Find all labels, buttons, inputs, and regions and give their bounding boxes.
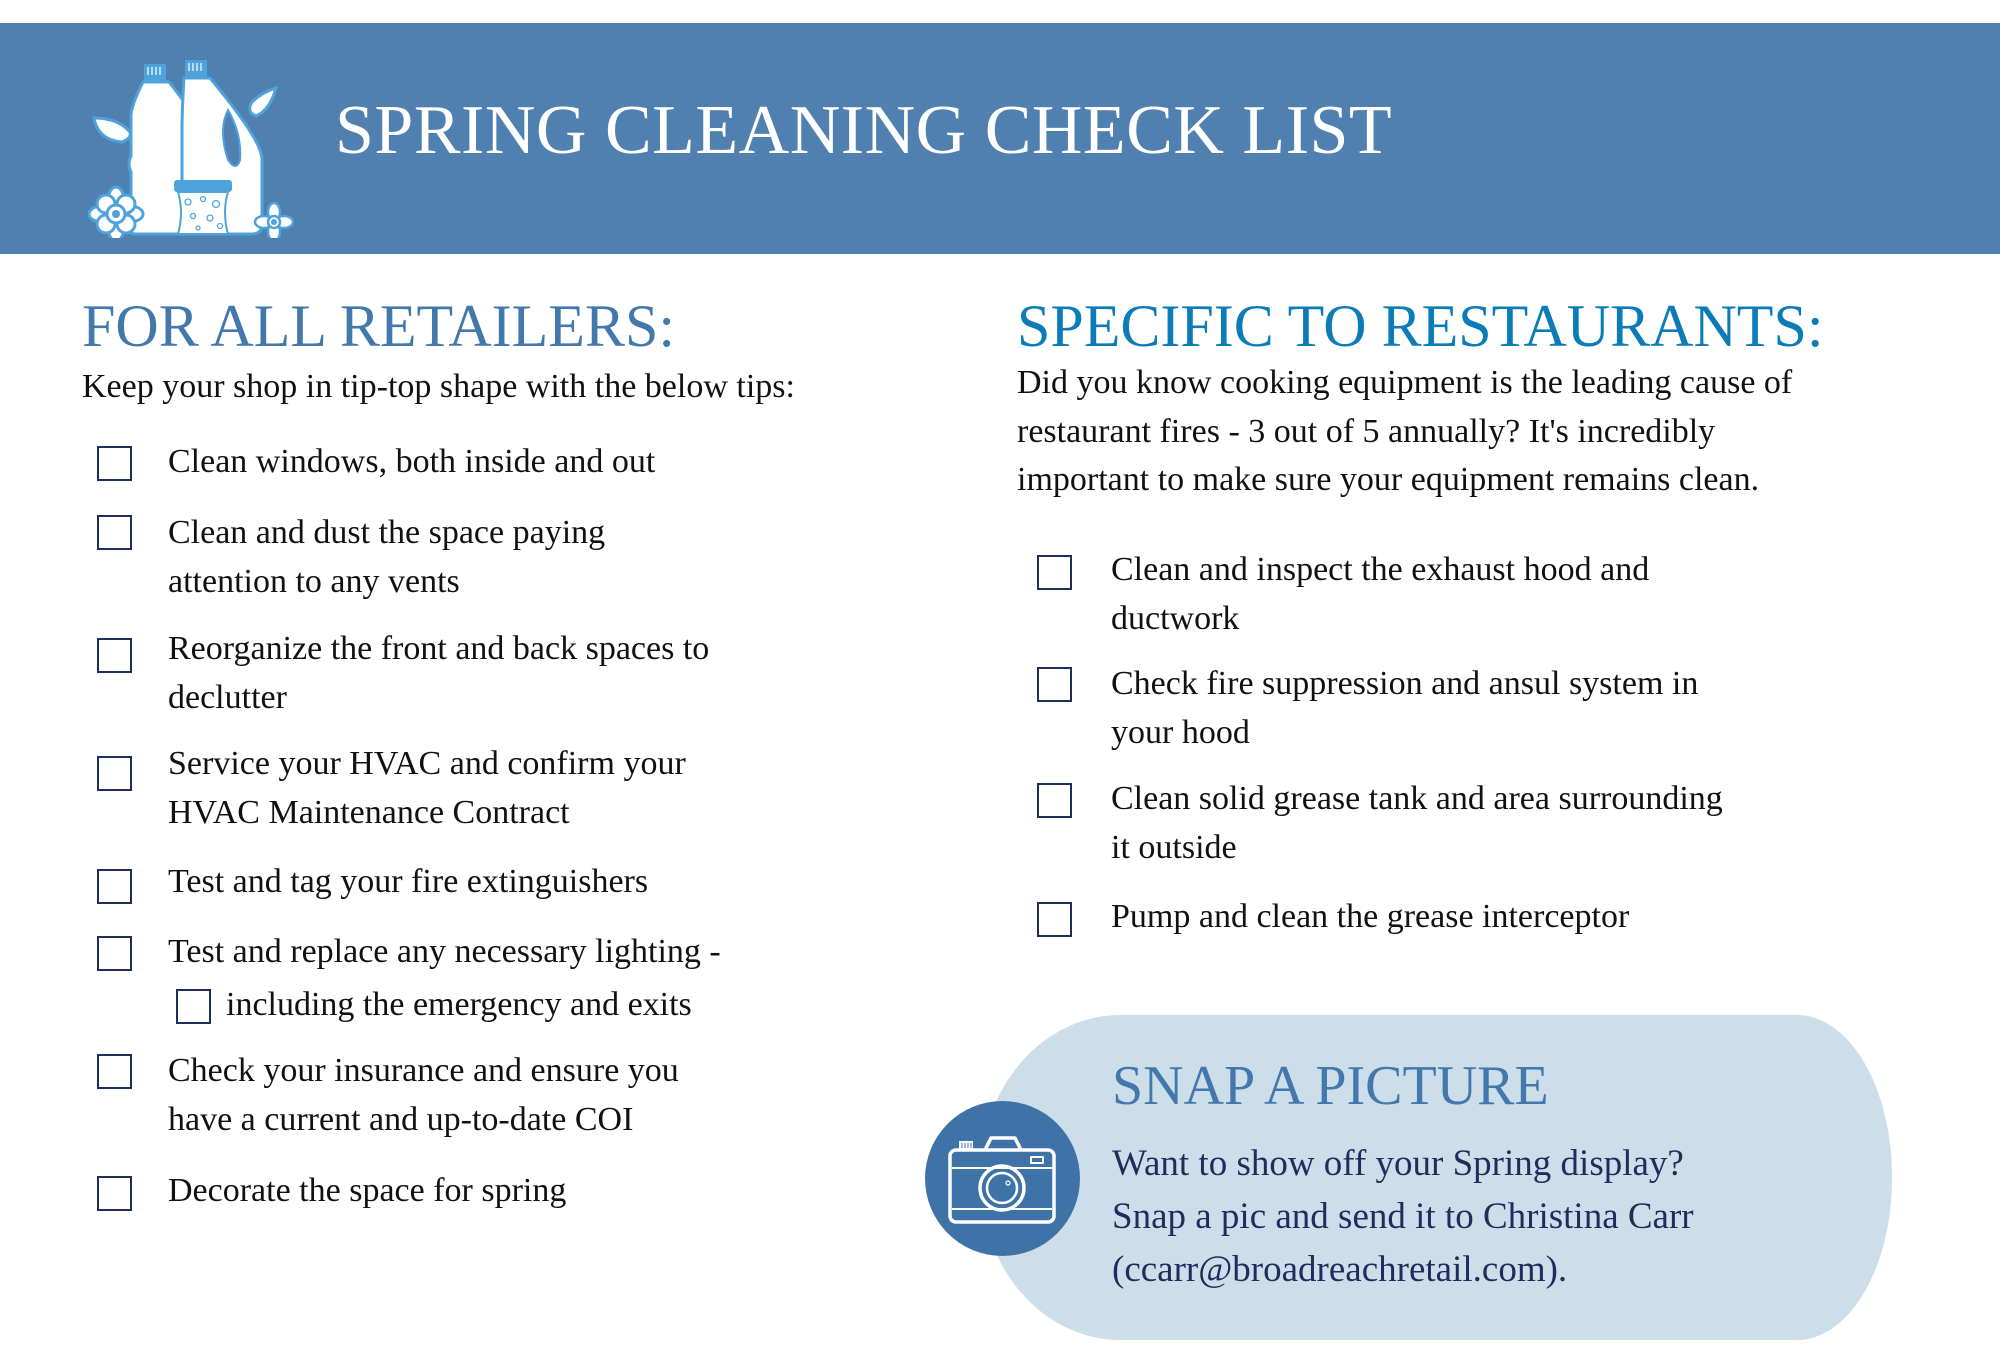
checklist-item-label: Pump and clean the grease interceptor	[1111, 892, 1629, 941]
snap-line: Snap a pic and send it to Christina Carr	[1112, 1196, 1694, 1237]
checklist-item-label: Check your insurance and ensure you have…	[168, 1046, 679, 1144]
section-heading-restaurants: SPECIFIC TO RESTAURANTS:	[1017, 293, 1824, 359]
checklist-item-label: Test and replace any necessary lighting …	[168, 927, 721, 976]
item-line: Check your insurance and ensure you	[168, 1052, 679, 1089]
item-line: HVAC Maintenance Contract	[168, 794, 570, 831]
snap-body-text: Want to show off your Spring display? Sn…	[1112, 1137, 1694, 1296]
camera-badge	[925, 1101, 1080, 1256]
intro-line: restaurant fires - 3 out of 5 annually? …	[1017, 412, 1716, 450]
section-intro-restaurants: Did you know cooking equipment is the le…	[1017, 359, 1792, 505]
checkbox[interactable]	[97, 515, 132, 550]
checkbox[interactable]	[97, 936, 132, 971]
checkbox[interactable]	[1037, 667, 1072, 702]
checkbox[interactable]	[97, 446, 132, 481]
checklist-item-label: Test and tag your fire extinguishers	[168, 857, 648, 906]
checkbox[interactable]	[1037, 555, 1072, 590]
sub-checkbox[interactable]	[176, 989, 211, 1024]
checkbox[interactable]	[97, 869, 132, 904]
cleaning-supplies-icon	[88, 60, 295, 238]
snap-heading: SNAP A PICTURE	[1112, 1055, 1549, 1117]
item-line: Clean solid grease tank and area surroun…	[1111, 780, 1723, 817]
page-title: SPRING CLEANING CHECK LIST	[335, 92, 1393, 169]
checklist-item-label: including the emergency and exits	[226, 980, 692, 1029]
checkbox[interactable]	[97, 638, 132, 673]
item-line: declutter	[168, 679, 287, 716]
checkbox[interactable]	[97, 756, 132, 791]
item-line: ductwork	[1111, 600, 1240, 637]
camera-icon	[948, 1136, 1056, 1224]
item-line: Clean windows, both inside and out	[168, 443, 656, 480]
section-heading-all-retailers: FOR ALL RETAILERS:	[82, 293, 675, 359]
item-line: Clean and inspect the exhaust hood and	[1111, 551, 1650, 588]
section-intro-all-retailers: Keep your shop in tip-top shape with the…	[82, 368, 795, 405]
item-line: Decorate the space for spring	[168, 1172, 567, 1209]
item-line: Test and tag your fire extinguishers	[168, 863, 649, 900]
item-line: including the emergency and exits	[226, 986, 692, 1023]
item-line: Clean and dust the space paying	[168, 514, 606, 551]
checklist-item-label: Service your HVAC and confirm your HVAC …	[168, 739, 686, 837]
checklist-item-label: Clean solid grease tank and area surroun…	[1111, 774, 1723, 872]
item-line: Service your HVAC and confirm your	[168, 745, 686, 782]
snap-line: Want to show off your Spring display?	[1112, 1143, 1684, 1184]
checkbox[interactable]	[1037, 783, 1072, 818]
item-line: Check fire suppression and ansul system …	[1111, 665, 1699, 702]
item-line: Reorganize the front and back spaces to	[168, 630, 710, 667]
checklist-item-label: Reorganize the front and back spaces to …	[168, 624, 709, 722]
intro-line: important to make sure your equipment re…	[1017, 461, 1760, 498]
item-line: Test and replace any necessary lighting …	[168, 933, 721, 970]
checkbox[interactable]	[97, 1176, 132, 1211]
checkbox[interactable]	[97, 1054, 132, 1089]
item-line: your hood	[1111, 714, 1250, 751]
checklist-item-label: Check fire suppression and ansul system …	[1111, 659, 1698, 757]
checklist-item-label: Clean windows, both inside and out	[168, 437, 655, 486]
checkbox[interactable]	[1037, 902, 1072, 937]
checklist-item-label: Clean and dust the space paying attentio…	[168, 508, 605, 606]
item-line: it outside	[1111, 829, 1237, 866]
item-line: attention to any vents	[168, 563, 460, 600]
intro-line: Did you know cooking equipment is the le…	[1017, 364, 1793, 401]
checklist-item-label: Decorate the space for spring	[168, 1166, 566, 1215]
checklist-item-label: Clean and inspect the exhaust hood and d…	[1111, 545, 1649, 643]
item-line: have a current and up-to-date COI	[168, 1101, 634, 1138]
item-line: Pump and clean the grease interceptor	[1111, 898, 1630, 935]
contact-email-link[interactable]: (ccarr@broadreachretail.com).	[1112, 1243, 1694, 1296]
